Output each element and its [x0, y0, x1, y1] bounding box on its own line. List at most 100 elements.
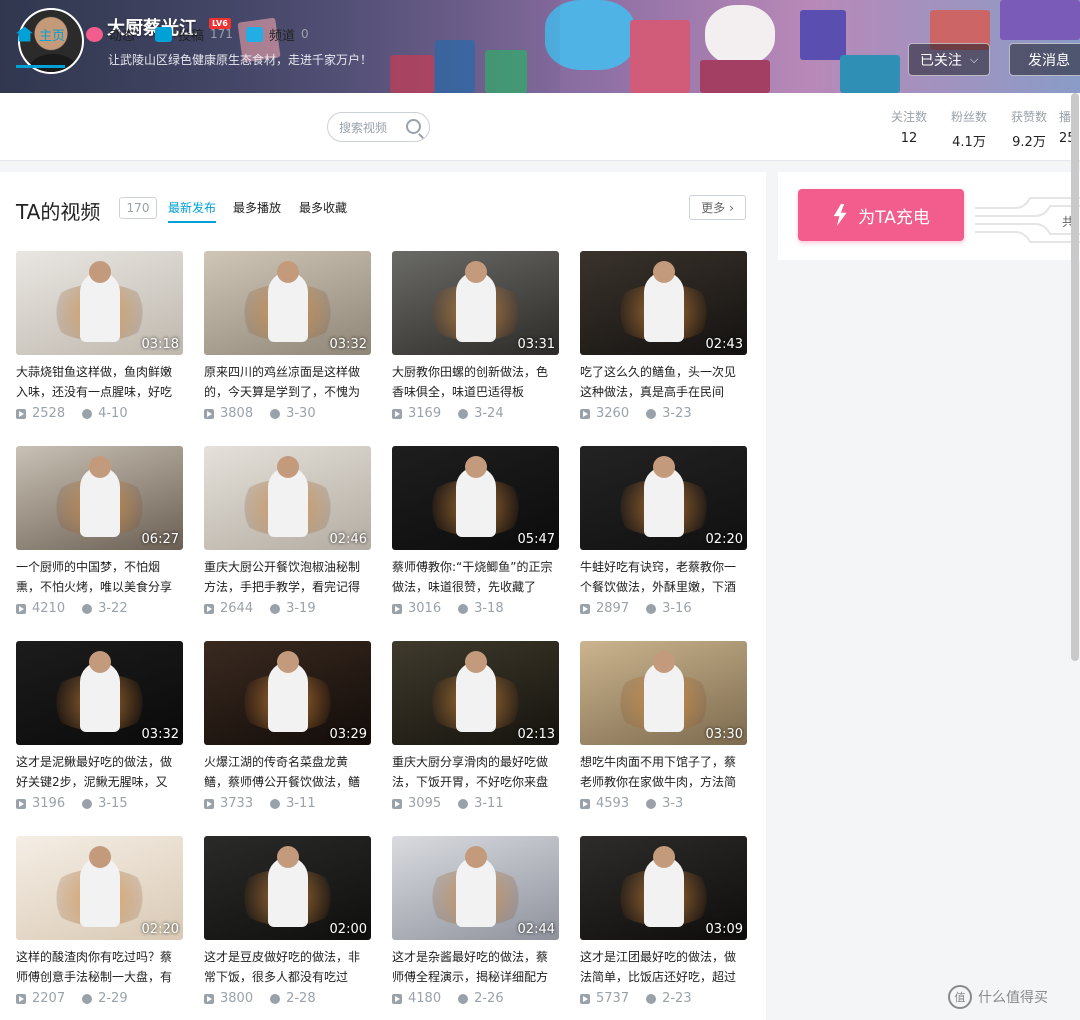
video-duration: 03:32: [329, 337, 367, 352]
video-card[interactable]: 03:32 这才是泥鳅最好吃的做法，做好关键2步，泥鳅无腥味，又 3196 3-15: [16, 641, 183, 821]
clock-icon: [458, 603, 469, 614]
thumbnail-head-shape: [88, 456, 111, 479]
stat-value: 9.2万: [1012, 135, 1046, 150]
video-card[interactable]: 02:43 吃了这么久的鳝鱼，头一次见这种做法，真是高手在民间 3260 3-23: [580, 251, 747, 431]
video-card[interactable]: 02:20 这样的酸渣肉你有吃过吗？蔡师傅创意手法秘制一大盘，有 2207 2-29: [16, 836, 183, 1016]
charge-button[interactable]: 为TA充电: [798, 189, 964, 241]
video-title[interactable]: 这样的酸渣肉你有吃过吗？蔡师傅创意手法秘制一大盘，有: [16, 947, 183, 987]
stat-label: 粉丝数: [950, 110, 987, 124]
video-title[interactable]: 牛蛙好吃有诀窍，老蔡教你一个餐饮做法，外酥里嫩，下酒: [580, 557, 747, 597]
sort-latest[interactable]: 最新发布: [168, 199, 217, 223]
upload-date: 3-11: [286, 796, 316, 811]
video-title[interactable]: 重庆大厨分享滑肉的最好吃做法，下饭开胃，不好吃你来盘: [392, 752, 559, 792]
upload-date: 3-23: [662, 406, 692, 421]
thumbnail-head-shape: [276, 261, 299, 284]
video-thumbnail[interactable]: 03:29: [204, 641, 371, 745]
play-count-icon: [16, 798, 26, 809]
upload-date: 2-23: [662, 991, 692, 1006]
video-duration: 03:32: [141, 727, 179, 742]
sort-most-favorited[interactable]: 最多收藏: [299, 199, 347, 216]
video-title[interactable]: 火爆江湖的传奇名菜盘龙黄鳝，蔡师傅公开餐饮做法，鳝: [204, 752, 371, 792]
stat-likes: 获赞数 9.2万: [999, 108, 1059, 150]
video-meta: 3095 3-11: [392, 796, 559, 811]
video-thumbnail[interactable]: 02:20: [580, 446, 747, 550]
sort-most-played[interactable]: 最多播放: [233, 199, 281, 216]
video-card[interactable]: 03:30 想吃牛肉面不用下馆子了，蔡老师教你在家做牛肉，方法简 4593 3-3: [580, 641, 747, 821]
video-title[interactable]: 这才是江团最好吃的做法，做法简单，比饭店还好吃，超过: [580, 947, 747, 987]
video-thumbnail[interactable]: 03:32: [16, 641, 183, 745]
upload-date: 3-30: [286, 406, 316, 421]
video-title[interactable]: 大蒜烧钳鱼这样做，鱼肉鲜嫩入味，还没有一点腥味，好吃: [16, 362, 183, 402]
video-meta: 3733 3-11: [204, 796, 371, 811]
video-title[interactable]: 这才是泥鳅最好吃的做法，做好关键2步，泥鳅无腥味，又: [16, 752, 183, 792]
video-title[interactable]: 重庆大厨公开餐饮泡椒油秘制方法，手把手教学，看完记得: [204, 557, 371, 597]
tab-dynamic[interactable]: 动态: [86, 0, 135, 68]
video-card[interactable]: 05:47 蔡师傅教你:“干烧鲫鱼”的正宗做法，味道很赞，先收藏了 3016 3-18: [392, 446, 559, 626]
play-count-icon: [16, 408, 26, 419]
video-title[interactable]: 大厨教你田螺的创新做法，色香味俱全，味道巴适得板: [392, 362, 559, 402]
video-duration: 03:09: [705, 922, 743, 937]
video-thumbnail[interactable]: 06:27: [16, 446, 183, 550]
video-title[interactable]: 原来四川的鸡丝凉面是这样做的，今天算是学到了，不愧为: [204, 362, 371, 402]
video-card[interactable]: 02:44 这才是杂酱最好吃的做法，蔡师傅全程演示，揭秘详细配方 4180 2-26: [392, 836, 559, 1016]
follow-button[interactable]: 已关注 ⌵: [908, 43, 990, 76]
thumbnail-head-shape: [276, 846, 299, 869]
video-thumbnail[interactable]: 03:18: [16, 251, 183, 355]
video-thumbnail[interactable]: 03:30: [580, 641, 747, 745]
video-thumbnail[interactable]: 03:31: [392, 251, 559, 355]
video-title[interactable]: 吃了这么久的鳝鱼，头一次见这种做法，真是高手在民间: [580, 362, 747, 402]
video-title[interactable]: 想吃牛肉面不用下馆子了，蔡老师教你在家做牛肉，方法简: [580, 752, 747, 792]
video-thumbnail[interactable]: 03:32: [204, 251, 371, 355]
video-title[interactable]: 这才是杂酱最好吃的做法，蔡师傅全程演示，揭秘详细配方: [392, 947, 559, 987]
tab-channel[interactable]: 频道 0: [246, 0, 309, 68]
video-card[interactable]: 06:27 一个厨师的中国梦，不怕烟熏，不怕火烤，唯以美食分享 4210 3-22: [16, 446, 183, 626]
video-thumbnail[interactable]: 02:00: [204, 836, 371, 940]
video-card[interactable]: 02:20 牛蛙好吃有诀窍，老蔡教你一个餐饮做法，外酥里嫩，下酒 2897 3-16: [580, 446, 747, 626]
video-thumbnail[interactable]: 02:20: [16, 836, 183, 940]
video-thumbnail[interactable]: 02:44: [392, 836, 559, 940]
tab-home[interactable]: 主页: [16, 0, 66, 68]
stat-fans[interactable]: 粉丝数 4.1万: [939, 108, 999, 150]
video-meta: 2897 3-16: [580, 601, 747, 616]
video-card[interactable]: 02:00 这才是豆皮做好吃的做法，非常下饭，很多人都没有吃过 3800 2-28: [204, 836, 371, 1016]
video-card[interactable]: 02:13 重庆大厨分享滑肉的最好吃做法，下饭开胃，不好吃你来盘 3095 3-11: [392, 641, 559, 821]
play-count: 4593: [596, 796, 630, 811]
stat-value: 4.1万: [952, 135, 986, 150]
video-thumbnail[interactable]: 02:46: [204, 446, 371, 550]
play-count-icon: [204, 798, 214, 809]
play-count-icon: [204, 603, 214, 614]
search-icon[interactable]: [406, 119, 421, 134]
video-card[interactable]: 03:32 原来四川的鸡丝凉面是这样做的，今天算是学到了，不愧为 3808 3-30: [204, 251, 371, 431]
stat-following[interactable]: 关注数 12: [879, 108, 939, 146]
tab-uploads[interactable]: 投稿 171: [155, 0, 233, 68]
video-thumbnail[interactable]: 02:13: [392, 641, 559, 745]
search-input[interactable]: 搜索视频: [327, 112, 430, 142]
video-title[interactable]: 一个厨师的中国梦，不怕烟熏，不怕火烤，唯以美食分享: [16, 557, 183, 597]
clock-icon: [270, 798, 281, 809]
video-title[interactable]: 蔡师傅教你:“干烧鲫鱼”的正宗做法，味道很赞，先收藏了: [392, 557, 559, 597]
play-count-icon: [392, 993, 402, 1004]
video-thumbnail[interactable]: 02:43: [580, 251, 747, 355]
message-button[interactable]: 发消息: [1009, 43, 1080, 76]
play-count-icon: [16, 993, 26, 1004]
play-count-icon: [392, 408, 402, 419]
watermark-logo-icon: 值: [948, 985, 972, 1009]
video-thumbnail[interactable]: 05:47: [392, 446, 559, 550]
tab-label: 频道: [269, 28, 296, 44]
video-thumbnail[interactable]: 03:09: [580, 836, 747, 940]
upload-date: 2-26: [474, 991, 504, 1006]
video-card[interactable]: 02:46 重庆大厨公开餐饮泡椒油秘制方法，手把手教学，看完记得 2644 3-19: [204, 446, 371, 626]
video-card[interactable]: 03:31 大厨教你田螺的创新做法，色香味俱全，味道巴适得板 3169 3-24: [392, 251, 559, 431]
video-duration: 02:43: [705, 337, 743, 352]
play-count: 4180: [408, 991, 442, 1006]
scrollbar[interactable]: [1071, 93, 1079, 661]
thumbnail-head-shape: [652, 846, 675, 869]
clock-icon: [646, 993, 657, 1004]
more-button[interactable]: 更多 ›: [689, 195, 746, 220]
video-card[interactable]: 03:18 大蒜烧钳鱼这样做，鱼肉鲜嫩入味，还没有一点腥味，好吃 2528 4-10: [16, 251, 183, 431]
video-card[interactable]: 03:09 这才是江团最好吃的做法，做法简单，比饭店还好吃，超过 5737 2-23: [580, 836, 747, 1016]
video-duration: 02:13: [517, 727, 555, 742]
banner-gift-decoration: [705, 5, 775, 65]
video-card[interactable]: 03:29 火爆江湖的传奇名菜盘龙黄鳝，蔡师傅公开餐饮做法，鳝 3733 3-11: [204, 641, 371, 821]
video-title[interactable]: 这才是豆皮做好吃的做法，非常下饭，很多人都没有吃过: [204, 947, 371, 987]
